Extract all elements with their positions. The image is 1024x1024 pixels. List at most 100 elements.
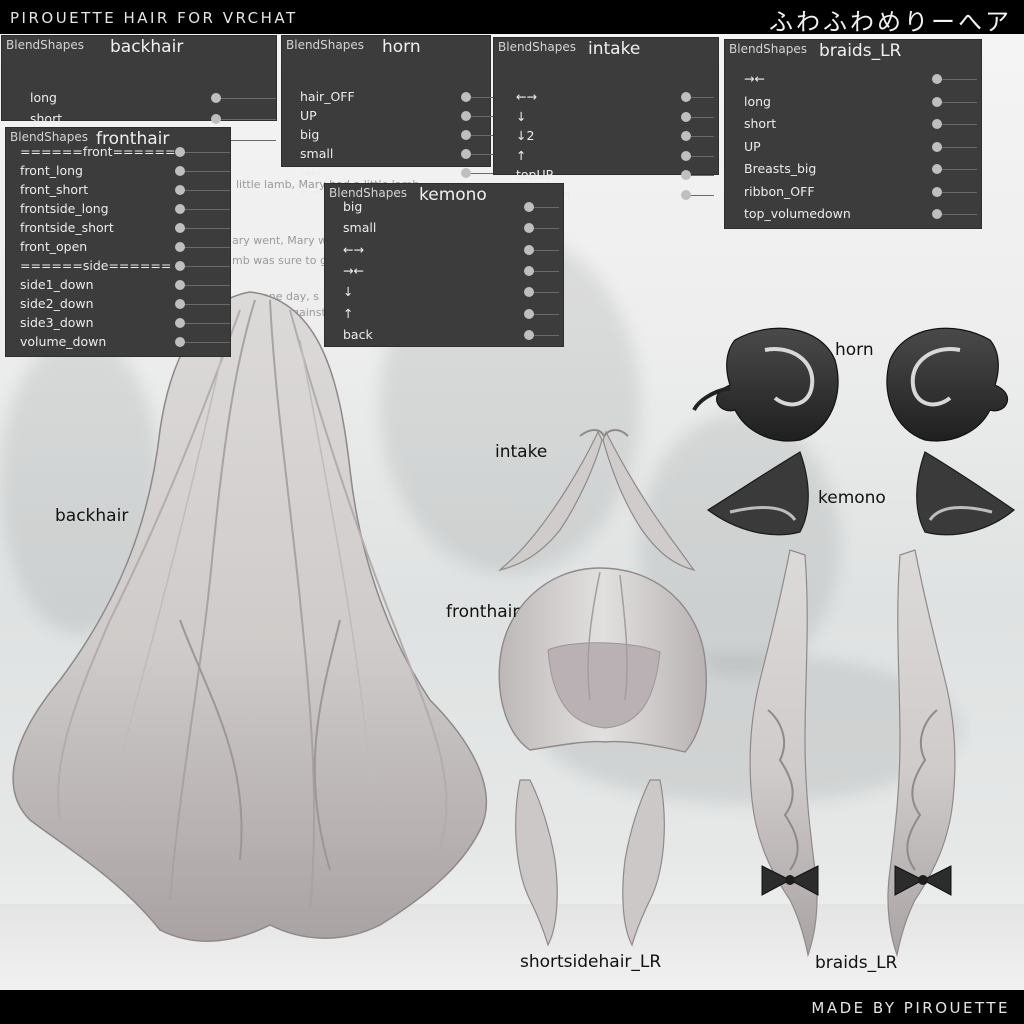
blendshape-row: →←	[325, 262, 563, 281]
blendshape-slider-track[interactable]	[180, 247, 230, 248]
blendshape-label: →←	[343, 262, 364, 278]
blendshape-slider-track[interactable]	[180, 323, 230, 324]
blendshape-slider-track[interactable]	[180, 171, 230, 172]
product-title: PIROUETTE HAIR FOR VRCHAT	[10, 9, 298, 27]
blendshape-slider-track[interactable]	[937, 169, 977, 170]
blendshape-slider-track[interactable]	[216, 98, 276, 99]
blendshape-slider-track[interactable]	[180, 342, 230, 343]
blendshape-row: volume_down	[6, 333, 230, 352]
blendshape-label: front_long	[20, 163, 83, 178]
blendshape-row: small	[325, 219, 563, 238]
blendshape-slider-track[interactable]	[216, 119, 276, 120]
blendshape-slider-handle[interactable]	[175, 299, 185, 309]
blendshape-label: front_open	[20, 239, 88, 254]
blendshape-label: ======front======	[20, 144, 176, 159]
blendshape-label: Breasts_big	[744, 161, 817, 176]
blendshape-slider-handle[interactable]	[681, 170, 691, 180]
blendshape-slider-handle[interactable]	[461, 168, 471, 178]
blendshape-slider-track[interactable]	[180, 304, 230, 305]
blendshape-slider-track[interactable]	[180, 209, 230, 210]
blendshape-slider-handle[interactable]	[175, 223, 185, 233]
blendshape-slider-handle[interactable]	[524, 329, 534, 340]
blendshapes-header[interactable]: BlendShapes	[729, 42, 807, 56]
blendshape-slider-track[interactable]	[937, 146, 977, 148]
blendshape-label: small	[300, 146, 334, 161]
blendshape-slider-track[interactable]	[937, 214, 977, 215]
blendshape-slider-handle[interactable]	[932, 74, 942, 84]
blendshape-slider-handle[interactable]	[461, 130, 471, 140]
blendshape-label: small	[343, 220, 377, 236]
blendshape-slider-handle[interactable]	[175, 185, 185, 195]
blendshape-slider-handle[interactable]	[175, 147, 185, 157]
blendshape-slider-track[interactable]	[180, 228, 230, 229]
blendshape-row: ======front======	[6, 143, 230, 162]
blendshape-slider-handle[interactable]	[211, 93, 221, 103]
blendshape-slider-handle[interactable]	[175, 166, 185, 176]
blendshape-slider-handle[interactable]	[211, 114, 221, 124]
blendshape-slider-track[interactable]	[937, 191, 977, 193]
blendshape-row: ↓2	[494, 127, 718, 146]
blendshape-label: ======side======	[20, 258, 172, 273]
blendshape-slider-handle[interactable]	[175, 318, 185, 328]
blendshapes-panel-backhair: BlendShapesbackhairlongshort→	[2, 36, 276, 147]
blendshape-slider-track[interactable]	[937, 79, 977, 80]
blendshape-slider-handle[interactable]	[524, 287, 534, 298]
blendshapes-header[interactable]: BlendShapes	[10, 130, 88, 144]
blendshape-slider-handle[interactable]	[681, 111, 691, 122]
blendshape-row: ↑	[325, 305, 563, 324]
blendshape-row: side3_down	[6, 314, 230, 333]
blendshape-slider-handle[interactable]	[524, 265, 534, 276]
blendshapes-panel-horn: BlendShapes horn hair_OFF UP big small →← ←→	[282, 36, 562, 199]
blendshape-slider-handle[interactable]	[932, 209, 942, 219]
blendshape-row: front_open	[6, 238, 230, 257]
blendshape-slider-handle[interactable]	[461, 149, 471, 159]
blendshapes-header[interactable]: BlendShapes	[6, 38, 84, 52]
blendshape-slider-track[interactable]	[180, 190, 230, 191]
braids-model	[749, 549, 956, 958]
blendshape-slider-handle[interactable]	[461, 92, 471, 102]
blendshape-slider-handle[interactable]	[175, 337, 185, 347]
blendshape-slider-handle[interactable]	[524, 223, 534, 234]
blendshape-slider-handle[interactable]	[932, 96, 942, 107]
blendshape-slider-track[interactable]	[180, 152, 230, 153]
blendshape-label: volume_down	[20, 334, 107, 349]
blendshapes-header[interactable]: BlendShapes	[286, 38, 364, 52]
blendshape-slider-handle[interactable]	[681, 92, 691, 102]
blendshape-slider-track[interactable]	[180, 285, 230, 286]
blendshape-slider-handle[interactable]	[681, 131, 691, 141]
blendshape-row: topUP	[494, 166, 718, 185]
blendshape-row: short	[2, 110, 276, 129]
blendshape-slider-handle[interactable]	[524, 202, 534, 212]
blendshape-row: front_short	[6, 181, 230, 200]
blendshape-slider-handle[interactable]	[932, 186, 942, 197]
blendshape-row: ribbon_OFF	[725, 183, 981, 202]
blendshape-slider-handle[interactable]	[175, 280, 185, 290]
blendshape-slider-track[interactable]	[937, 124, 977, 125]
blendshape-slider-handle[interactable]	[932, 119, 942, 129]
blendshape-slider-handle[interactable]	[175, 242, 185, 252]
blendshape-slider-handle[interactable]	[681, 150, 691, 161]
blendshape-label: ←→	[516, 89, 537, 104]
blendshape-row: long	[2, 89, 276, 108]
blendshape-slider-handle[interactable]	[175, 204, 185, 214]
blendshapes-header[interactable]: BlendShapes	[498, 40, 576, 54]
kemono-label: kemono	[818, 488, 886, 508]
blendshape-slider-track[interactable]	[937, 101, 977, 103]
blendshape-row: ↑	[494, 147, 718, 166]
backhair-label: backhair	[55, 506, 129, 526]
blendshape-slider-handle[interactable]	[524, 308, 534, 319]
blendshape-slider-handle[interactable]	[461, 111, 471, 121]
blendshape-label: ↓2	[516, 128, 535, 143]
blendshape-slider-handle[interactable]	[932, 164, 942, 174]
blendshape-slider-handle[interactable]	[175, 261, 185, 271]
blendshape-slider-handle[interactable]	[681, 189, 691, 200]
blendshape-label: ↓	[516, 108, 527, 124]
blendshape-slider-track[interactable]	[180, 266, 230, 267]
blendshape-label: frontside_long	[20, 201, 109, 216]
blendshape-slider-handle[interactable]	[932, 141, 942, 152]
blendshape-slider-handle[interactable]	[524, 244, 534, 255]
canvas: little lamb, Mary had a little lamb ary …	[0, 0, 1024, 1024]
blendshape-row: ======side======	[6, 257, 230, 276]
blendshape-label: top_volumedown	[744, 206, 851, 221]
blendshape-row: frontside_long	[6, 200, 230, 219]
